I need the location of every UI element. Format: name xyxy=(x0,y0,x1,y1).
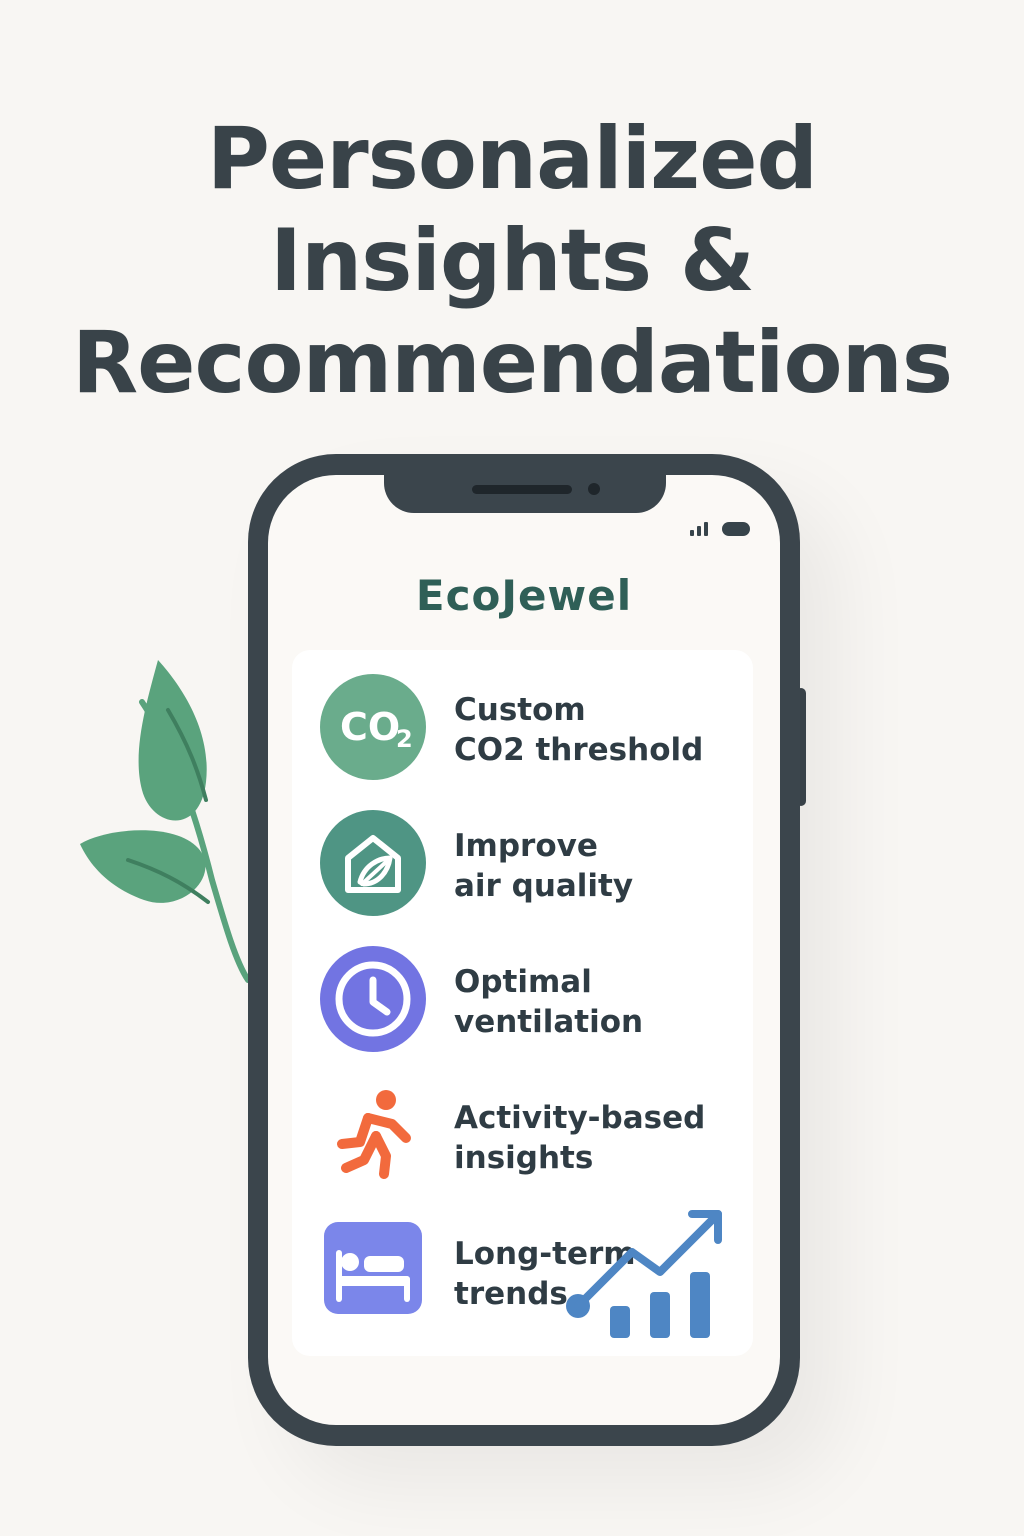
status-bar xyxy=(690,522,750,536)
insight-label-line-1: Optimal xyxy=(454,964,592,1000)
running-person-icon xyxy=(337,1090,411,1179)
trend-chart-icon xyxy=(566,1210,722,1338)
insight-item-air-quality[interactable]: Improve air quality xyxy=(320,810,750,916)
signal-icon xyxy=(690,522,708,536)
svg-text:CO: CO xyxy=(340,705,400,749)
page-headline: Personalized Insights & Recommendations xyxy=(0,108,1024,414)
insight-label-line-1: Improve xyxy=(454,828,598,864)
insight-label-line-2: CO2 threshold xyxy=(454,732,704,768)
insight-label: Activity-based insights xyxy=(454,1098,744,1178)
leaf-decoration xyxy=(80,660,251,983)
bed-icon xyxy=(324,1222,422,1314)
co2-icon: CO 2 xyxy=(320,674,426,780)
insights-card: CO 2 Custom CO2 threshold Improve air qu… xyxy=(292,650,753,1356)
insight-label-line-2: ventilation xyxy=(454,1004,644,1040)
insight-label: Custom CO2 threshold xyxy=(454,690,744,770)
clock-icon xyxy=(320,946,426,1052)
battery-icon xyxy=(722,522,750,536)
insight-label-line-1: Custom xyxy=(454,692,586,728)
headline-line-1: Personalized xyxy=(206,109,818,209)
insight-label-line-2: insights xyxy=(454,1140,594,1176)
insight-item-activity[interactable]: Activity-based insights xyxy=(320,1082,750,1188)
camera-icon xyxy=(588,483,600,495)
insight-label-line-1: Activity-based xyxy=(454,1100,706,1136)
svg-text:2: 2 xyxy=(396,725,413,753)
speaker-icon xyxy=(472,485,572,494)
insight-item-custom-co2[interactable]: CO 2 Custom CO2 threshold xyxy=(320,674,750,780)
insight-item-ventilation[interactable]: Optimal ventilation xyxy=(320,946,750,1052)
headline-line-3: Recommendations xyxy=(71,313,953,413)
phone-notch xyxy=(384,475,666,513)
headline-line-2: Insights & xyxy=(270,211,755,311)
house-leaf-icon xyxy=(320,810,426,916)
insight-label: Improve air quality xyxy=(454,826,744,906)
phone-screen: EcoJewel CO 2 Custom CO2 threshold Impro… xyxy=(268,475,780,1425)
insight-label: Optimal ventilation xyxy=(454,962,744,1042)
app-title: EcoJewel xyxy=(415,571,633,620)
insight-label-line-2: air quality xyxy=(454,868,634,904)
